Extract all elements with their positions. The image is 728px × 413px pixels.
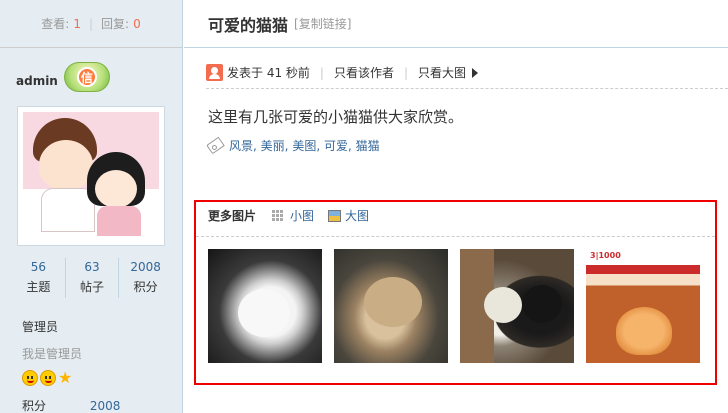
smiley-medal-icon	[22, 370, 38, 386]
small-view-toggle[interactable]: 小图	[272, 207, 314, 224]
cat-thumbnail-1[interactable]	[208, 249, 322, 363]
avatar-image	[23, 112, 159, 240]
verified-badge-icon[interactable]: 信	[63, 62, 110, 92]
star-medal-icon: ★	[58, 368, 73, 387]
thumbnail-banner-text: 3|1000	[590, 251, 621, 260]
info-divider: |	[319, 65, 324, 80]
points-label: 积分	[22, 399, 47, 413]
user-stat-points[interactable]: 2008 积分	[119, 258, 172, 298]
user-stat-value: 56	[30, 260, 46, 274]
user-stat-label: 主题	[26, 280, 51, 294]
image-icon	[328, 209, 342, 222]
avatar-girl-face	[95, 170, 137, 208]
verified-badge-char: 信	[76, 67, 97, 87]
avatar-girl-body	[97, 206, 141, 236]
tag-item[interactable]: 可爱	[324, 137, 348, 154]
big-view-toggle[interactable]: 大图	[328, 207, 369, 224]
copy-link-button[interactable]: [复制链接]	[294, 15, 351, 32]
post-content: 这里有几张可爱的小猫猫供大家欣赏。	[208, 108, 464, 126]
cat-thumbnail-2[interactable]	[334, 249, 448, 363]
replies-count: 0	[133, 16, 141, 31]
points-value: 2008	[89, 399, 121, 413]
views-count: 1	[73, 16, 81, 31]
tag-item[interactable]: 风景	[229, 137, 253, 154]
points-row: 积分 2008	[22, 397, 120, 413]
user-stat-value: 2008	[130, 260, 161, 274]
user-stat-posts[interactable]: 63 帖子	[66, 258, 120, 298]
avatar[interactable]	[17, 106, 165, 246]
cat-thumbnail-3[interactable]	[460, 249, 574, 363]
small-view-label: 小图	[290, 209, 315, 223]
author-row: admin 信	[16, 62, 110, 92]
stats-divider: |	[88, 16, 94, 31]
user-signature: 我是管理员	[22, 347, 83, 361]
author-sidebar: 查看: 1 | 回复: 0 admin 信 56 主题 63 帖子 2008 积…	[0, 0, 183, 413]
user-group[interactable]: 管理员	[22, 318, 58, 335]
tag-icon	[206, 136, 225, 155]
user-stat-label: 积分	[133, 280, 158, 294]
tag-item[interactable]: 猫猫	[356, 137, 380, 154]
views-label: 查看:	[41, 17, 70, 31]
more-images-panel: 更多图片 小图 大图 3|1000	[194, 200, 717, 385]
divider	[206, 88, 728, 89]
gallery-title: 更多图片	[208, 209, 257, 223]
medals: ★	[22, 370, 74, 386]
only-big-image-link[interactable]: 只看大图	[418, 64, 466, 81]
user-stat-label: 帖子	[80, 280, 105, 294]
info-divider: |	[403, 65, 409, 80]
gallery-divider	[196, 236, 715, 237]
title-bar: 可爱的猫猫 [复制链接]	[184, 0, 728, 48]
post-time: 发表于 41 秒前	[227, 66, 310, 80]
tag-item[interactable]: 美丽	[261, 137, 285, 154]
arrow-right-icon[interactable]	[472, 67, 479, 78]
tag-item[interactable]: 美图	[292, 137, 316, 154]
post-title: 可爱的猫猫	[208, 15, 289, 35]
cat-thumbnail-4[interactable]: 3|1000	[586, 249, 700, 363]
big-view-label: 大图	[345, 209, 370, 223]
gallery-header: 更多图片 小图 大图	[208, 207, 383, 224]
online-user-icon	[206, 64, 223, 81]
smiley-medal-icon	[40, 370, 56, 386]
thread-stats: 查看: 1 | 回复: 0	[0, 0, 182, 48]
replies-label: 回复:	[101, 17, 130, 31]
user-stats: 56 主题 63 帖子 2008 积分	[12, 258, 172, 298]
user-stat-topics[interactable]: 56 主题	[12, 258, 66, 298]
avatar-boy-face	[39, 140, 93, 190]
user-stat-value: 63	[84, 260, 100, 274]
thumbnail-list: 3|1000	[208, 249, 700, 363]
only-author-link[interactable]: 只看该作者	[334, 64, 394, 81]
grid-icon	[272, 209, 285, 222]
author-name[interactable]: admin	[16, 74, 58, 88]
post-info: 发表于 41 秒前 | 只看该作者 | 只看大图	[206, 64, 479, 81]
post-main: 可爱的猫猫 [复制链接] 发表于 41 秒前 | 只看该作者 | 只看大图 这里…	[184, 0, 728, 413]
tag-list: 风景, 美丽, 美图, 可爱, 猫猫	[206, 136, 380, 155]
